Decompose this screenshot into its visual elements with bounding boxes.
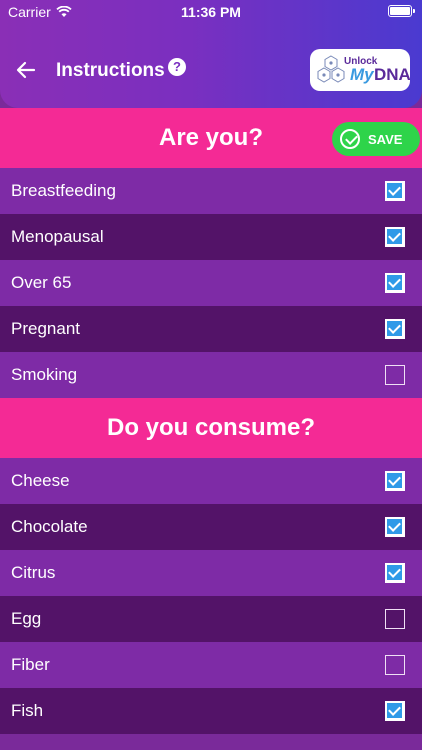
list-item-label: Chocolate (11, 517, 88, 536)
page-title: Instructions (56, 60, 165, 81)
list-item[interactable]: Citrus (0, 550, 422, 596)
checkmark-icon (387, 321, 402, 336)
section-heading-do-you-consume: Do you consume? (0, 398, 422, 458)
header-bar: Carrier 11:36 PM Instructions ? Unlock M… (0, 0, 422, 108)
checkbox[interactable] (385, 227, 405, 247)
status-bar: Carrier 11:36 PM (0, 0, 422, 24)
clock: 11:36 PM (181, 4, 241, 20)
hexagon-molecule-icon (317, 55, 345, 83)
checkmark-icon (387, 229, 402, 244)
back-arrow-icon[interactable] (14, 58, 38, 82)
checkmark-icon (387, 703, 402, 718)
list-item-label: Cheese (11, 471, 70, 490)
list-item-label: Menopausal (11, 227, 104, 246)
checkbox[interactable] (385, 181, 405, 201)
checkbox[interactable] (385, 319, 405, 339)
save-label: SAVE (368, 131, 403, 147)
checkbox[interactable] (385, 517, 405, 537)
checkbox[interactable] (385, 609, 405, 629)
logo-text-my: My (350, 65, 374, 84)
checkbox[interactable] (385, 471, 405, 491)
list-item[interactable]: Breastfeeding (0, 168, 422, 214)
logo-text-dna: DNA (374, 65, 410, 84)
list-item[interactable]: Chocolate (0, 504, 422, 550)
checkbox[interactable] (385, 273, 405, 293)
battery-icon (388, 5, 415, 17)
checkbox[interactable] (385, 563, 405, 583)
check-circle-icon (340, 129, 360, 149)
checkmark-icon (387, 183, 402, 198)
list-item[interactable]: Pregnant (0, 306, 422, 352)
checkmark-icon (387, 565, 402, 580)
checkmark-icon (387, 275, 402, 290)
checkmark-icon (387, 519, 402, 534)
list-item-label: Fish (11, 701, 44, 720)
help-icon[interactable]: ? (168, 58, 186, 76)
list-item-label: Citrus (11, 563, 56, 582)
checkmark-icon (387, 473, 402, 488)
list-item[interactable]: Smoking (0, 352, 422, 398)
checkbox[interactable] (385, 655, 405, 675)
app-logo: Unlock My DNA (310, 49, 410, 91)
checkbox[interactable] (385, 701, 405, 721)
list-item-label: Fiber (11, 655, 50, 674)
list-item-label: Over 65 (11, 273, 72, 292)
list-item[interactable]: Cheese (0, 458, 422, 504)
list-item[interactable]: Egg (0, 596, 422, 642)
list-item-label: Pregnant (11, 319, 80, 338)
list-item-label: Breastfeeding (11, 181, 116, 200)
list-item[interactable]: Menopausal (0, 214, 422, 260)
list-item[interactable]: Fish (0, 688, 422, 734)
list-item-label: Smoking (11, 365, 78, 384)
list-item-label: Egg (11, 609, 42, 628)
save-button[interactable]: SAVE (332, 122, 420, 156)
list-item[interactable]: Over 65 (0, 260, 422, 306)
list-item[interactable]: Fiber (0, 642, 422, 688)
checkbox[interactable] (385, 365, 405, 385)
